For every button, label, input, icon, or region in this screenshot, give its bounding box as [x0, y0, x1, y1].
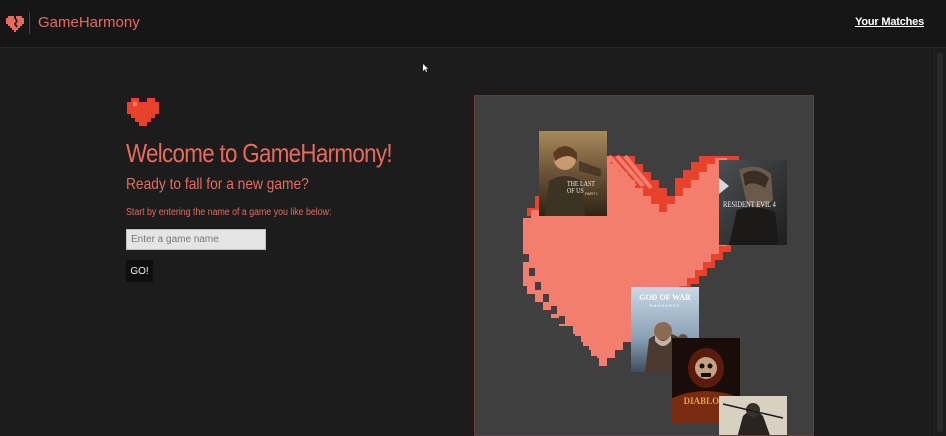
brand-name[interactable]: GameHarmony — [38, 14, 140, 31]
re4-title: RESIDENT EVIL 4 — [723, 200, 776, 209]
go-button[interactable]: GO! — [126, 260, 153, 282]
gow-subtitle: RAGNARÖK — [649, 303, 681, 308]
scrollbar-thumb[interactable] — [937, 52, 943, 432]
mouse-cursor-icon — [423, 64, 428, 72]
navbar: GameHarmony Your Matches — [0, 0, 946, 48]
page-subtitle: Ready to fall for a new game? — [126, 176, 309, 193]
hero-artwork-panel: THE LAST OF US PART I RESIDENT EVIL 4 GO… — [474, 95, 814, 436]
game-name-input[interactable] — [126, 229, 266, 250]
pixel-heart-illustration — [523, 154, 739, 366]
page-title: Welcome to GameHarmony! — [126, 138, 393, 168]
instruction-text: Start by entering the name of a game you… — [126, 207, 332, 218]
tlou-subtitle: PART I — [585, 191, 598, 196]
cover-partial-bottom[interactable] — [719, 396, 787, 435]
brand-divider — [29, 12, 30, 34]
pixel-heart-icon — [127, 98, 159, 126]
cover-the-last-of-us[interactable]: THE LAST OF US PART I — [539, 131, 607, 216]
heart-broken-pixel-icon[interactable] — [6, 14, 26, 32]
cover-resident-evil-4[interactable]: RESIDENT EVIL 4 — [719, 160, 787, 245]
your-matches-link[interactable]: Your Matches — [855, 16, 924, 28]
gow-title: GOD OF WAR — [639, 293, 691, 302]
